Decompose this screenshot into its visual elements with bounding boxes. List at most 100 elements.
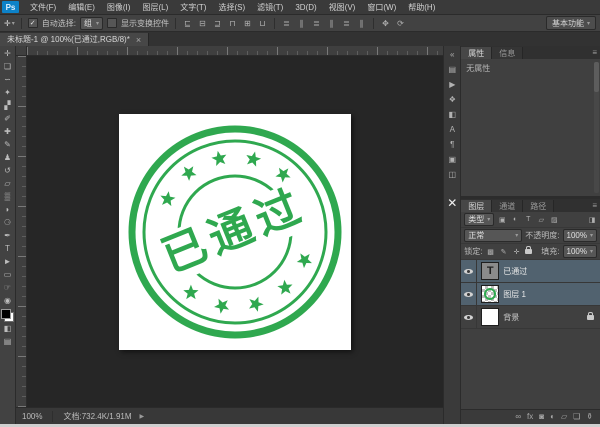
menu-3d[interactable]: 3D(D)	[289, 3, 322, 12]
workspace-switcher-button[interactable]: 基本功能 ▾	[545, 16, 596, 30]
auto-select-target-dropdown[interactable]: 组 ▾	[79, 16, 103, 30]
tab-properties[interactable]: 属性	[461, 47, 493, 59]
lock-transparent-pixels-icon[interactable]: ▩	[486, 247, 496, 257]
pasteboard[interactable]: 已通过	[27, 56, 444, 407]
tab-paths[interactable]: 路径	[523, 200, 555, 212]
distribute-bottom-icon[interactable]: ≣	[311, 18, 322, 29]
panel-menu-icon[interactable]: ≡	[592, 201, 597, 210]
blend-mode-dropdown[interactable]: 正常 ▾	[464, 229, 523, 242]
visibility-cell[interactable]	[461, 306, 478, 328]
document-canvas[interactable]: 已通过	[119, 113, 352, 350]
info-panel-icon[interactable]: ◫	[446, 168, 458, 180]
menu-layer[interactable]: 图层(L)	[136, 2, 174, 13]
character-panel-icon[interactable]: A	[446, 123, 458, 135]
align-bottom-edges-icon[interactable]: ⊔	[257, 18, 268, 29]
document-tab[interactable]: 未标题-1 @ 100%(已通过,RGB/8)* ×	[0, 33, 150, 46]
crop-tool[interactable]: ▞	[1, 99, 14, 112]
link-layers-icon[interactable]: ∞	[515, 413, 521, 421]
menu-edit[interactable]: 编辑(E)	[62, 2, 101, 13]
align-vertical-centers-icon[interactable]: ⊞	[242, 18, 253, 29]
clone-stamp-tool[interactable]: ♟	[1, 151, 14, 164]
eyedropper-tool[interactable]: ✐	[1, 112, 14, 125]
filter-shape-layers-icon[interactable]: ▱	[536, 215, 546, 225]
history-panel-icon[interactable]: ▤	[446, 63, 458, 75]
shape-tool[interactable]: ▭	[1, 268, 14, 281]
align-top-edges-icon[interactable]: ⊓	[227, 18, 238, 29]
visibility-cell[interactable]	[461, 260, 478, 282]
move-tool[interactable]: ✛	[1, 47, 14, 60]
panel-menu-icon[interactable]: ≡	[592, 48, 597, 57]
type-tool[interactable]: T	[1, 242, 14, 255]
menu-window[interactable]: 窗口(W)	[361, 2, 402, 13]
dodge-tool[interactable]: ⚆	[1, 216, 14, 229]
path-selection-tool[interactable]: ►	[1, 255, 14, 268]
eraser-tool[interactable]: ▱	[1, 177, 14, 190]
adjustments-panel-icon[interactable]: ◧	[446, 108, 458, 120]
scrollbar[interactable]	[594, 62, 599, 193]
lock-image-pixels-icon[interactable]: ✎	[499, 247, 509, 257]
filter-pixel-layers-icon[interactable]: ▣	[497, 215, 507, 225]
quick-selection-tool[interactable]: ✦	[1, 86, 14, 99]
zoom-tool[interactable]: ◉	[1, 294, 14, 307]
blur-tool[interactable]: ◗	[1, 203, 14, 216]
lock-all-icon[interactable]	[524, 246, 532, 254]
rectangular-marquee-tool[interactable]: ❏	[1, 60, 14, 73]
opacity-dropdown[interactable]: 100% ▾	[562, 229, 597, 242]
actions-panel-icon[interactable]: ▶	[446, 78, 458, 90]
background-layer-thumbnail[interactable]	[481, 308, 500, 326]
distribute-right-icon[interactable]: ∥	[356, 18, 367, 29]
brush-tool[interactable]: ✎	[1, 138, 14, 151]
layer-row-background[interactable]: 背景	[461, 306, 600, 329]
close-icon[interactable]: ✕	[446, 196, 458, 210]
visibility-cell[interactable]	[461, 283, 478, 305]
menu-file[interactable]: 文件(F)	[24, 2, 62, 13]
3d-rotate-icon[interactable]: ⟳	[395, 18, 406, 29]
show-transform-checkbox[interactable]	[106, 18, 117, 28]
layer-effects-icon[interactable]: fx	[527, 413, 533, 421]
image-layer-thumbnail[interactable]	[481, 285, 500, 303]
delete-layer-icon[interactable]: ⚱	[586, 413, 593, 421]
zoom-level-field[interactable]: 100%	[22, 412, 42, 421]
menu-help[interactable]: 帮助(H)	[402, 2, 441, 13]
menu-type[interactable]: 文字(T)	[174, 2, 212, 13]
text-layer-thumbnail[interactable]: T	[481, 262, 500, 280]
clone-source-panel-icon[interactable]: ▣	[446, 153, 458, 165]
new-layer-icon[interactable]: ❏	[573, 413, 580, 421]
filter-type-layers-icon[interactable]: T	[523, 215, 533, 225]
healing-brush-tool[interactable]: ✚	[1, 125, 14, 138]
distribute-vertical-icon[interactable]: ∥	[296, 18, 307, 29]
align-left-edges-icon[interactable]: ⊑	[182, 18, 193, 29]
screen-mode-button[interactable]: ▤	[1, 335, 14, 348]
layer-filter-dropdown[interactable]: 类型 ▾	[464, 213, 495, 226]
distribute-top-icon[interactable]: ≣	[281, 18, 292, 29]
add-layer-mask-icon[interactable]: ◙	[539, 413, 544, 421]
new-group-icon[interactable]: ▱	[561, 413, 567, 421]
collapse-dock-icon[interactable]: «	[446, 48, 458, 60]
align-right-edges-icon[interactable]: ⊒	[212, 18, 223, 29]
styles-panel-icon[interactable]: ❖	[446, 93, 458, 105]
close-icon[interactable]: ×	[136, 35, 141, 45]
align-horizontal-centers-icon[interactable]: ⊟	[197, 18, 208, 29]
distribute-left-icon[interactable]: ∥	[326, 18, 337, 29]
layer-row-text[interactable]: T 已通过	[461, 260, 600, 283]
auto-select-checkbox[interactable]: ✓	[27, 18, 38, 28]
new-adjustment-layer-icon[interactable]: ◐	[550, 413, 555, 421]
layer-name[interactable]: 已通过	[503, 266, 597, 277]
gradient-tool[interactable]: ▒	[1, 190, 14, 203]
filter-adjustment-layers-icon[interactable]: ◐	[510, 215, 520, 225]
paragraph-panel-icon[interactable]: ¶	[446, 138, 458, 150]
menu-select[interactable]: 选择(S)	[212, 2, 251, 13]
distribute-center-icon[interactable]: ≣	[341, 18, 352, 29]
hand-tool[interactable]: ☞	[1, 281, 14, 294]
layer-name[interactable]: 图层 1	[503, 289, 597, 300]
tab-layers[interactable]: 图层	[461, 200, 493, 212]
status-options-arrow-icon[interactable]: ▶	[140, 413, 145, 420]
menu-filter[interactable]: 滤镜(T)	[251, 2, 289, 13]
filter-switch-icon[interactable]: ◨	[587, 215, 597, 225]
menu-view[interactable]: 视图(V)	[323, 2, 362, 13]
color-swatches[interactable]	[1, 309, 14, 322]
foreground-color-swatch[interactable]	[1, 309, 11, 319]
layer-row-image[interactable]: 图层 1	[461, 283, 600, 306]
history-brush-tool[interactable]: ↺	[1, 164, 14, 177]
tab-info[interactable]: 信息	[492, 47, 524, 59]
